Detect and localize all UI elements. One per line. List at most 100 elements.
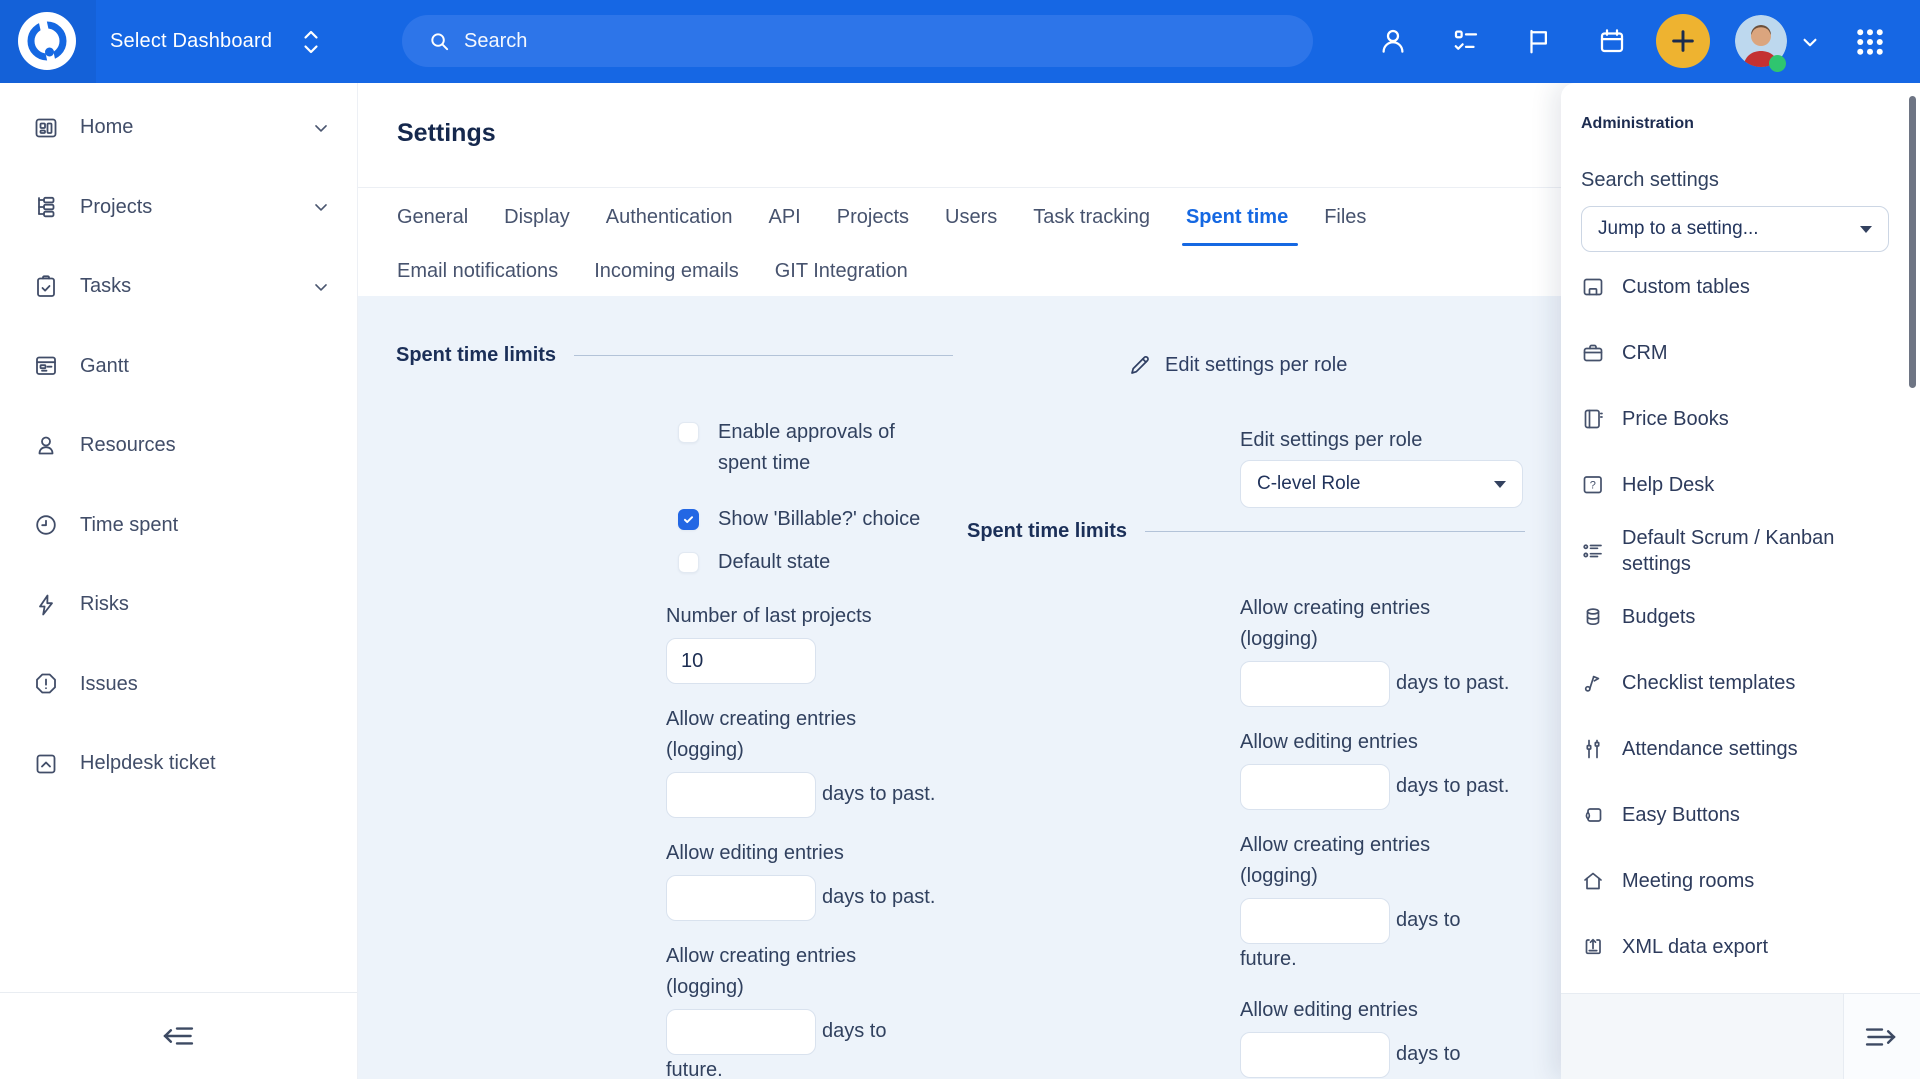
role-fields-column: Allow creating entries (logging) days to… bbox=[1240, 593, 1516, 1079]
admin-menu-item[interactable]: ? Help Desk bbox=[1561, 452, 1920, 518]
tab[interactable]: Incoming emails bbox=[594, 246, 739, 296]
role-settings-block: Edit settings per role C-level Role bbox=[1240, 425, 1523, 508]
checkbox-row[interactable]: Enable approvals of spent time bbox=[678, 417, 940, 479]
role-select[interactable]: C-level Role bbox=[1240, 460, 1523, 508]
price-books-icon bbox=[1581, 407, 1605, 431]
expand-panel-icon[interactable] bbox=[1843, 994, 1920, 1079]
form-field: Allow creating entries (logging) days to… bbox=[666, 941, 942, 1079]
number-input[interactable] bbox=[666, 772, 816, 818]
tab[interactable]: Spent time bbox=[1186, 188, 1288, 246]
number-input[interactable] bbox=[1240, 1032, 1390, 1078]
page-title: Settings bbox=[397, 119, 496, 148]
number-input[interactable] bbox=[666, 638, 816, 684]
sidebar-item[interactable]: Time spent bbox=[0, 486, 357, 566]
collapse-sidebar-icon[interactable] bbox=[158, 1021, 196, 1051]
checkbox-row[interactable]: Show 'Billable?' choice bbox=[678, 504, 920, 535]
risks-icon bbox=[33, 592, 59, 618]
apps-grid-icon[interactable] bbox=[1849, 21, 1891, 63]
tab[interactable]: Files bbox=[1324, 188, 1366, 246]
form-field: Allow editing entries days to past. bbox=[666, 838, 942, 921]
administration-panel: Administration Search settings Jump to a… bbox=[1561, 83, 1920, 1079]
home-icon bbox=[33, 115, 59, 141]
sidebar-item[interactable]: Issues bbox=[0, 645, 357, 725]
profile-icon[interactable] bbox=[1371, 19, 1415, 63]
spent-time-settings-content: Spent time limits Edit settings per role… bbox=[358, 296, 1562, 1079]
scrollbar-thumb[interactable] bbox=[1909, 96, 1916, 388]
section-header: Spent time limits bbox=[967, 520, 1525, 543]
dashboard-selector[interactable]: Select Dashboard bbox=[110, 0, 322, 83]
help-desk-icon: ? bbox=[1581, 473, 1605, 497]
svg-text:?: ? bbox=[1590, 480, 1596, 492]
chevron-down-icon bbox=[1860, 226, 1872, 233]
chevron-down-icon bbox=[311, 118, 331, 138]
unfold-icon bbox=[300, 28, 322, 56]
tab[interactable]: GIT Integration bbox=[775, 246, 908, 296]
number-input[interactable] bbox=[1240, 764, 1390, 810]
profile-menu-chevron-icon[interactable] bbox=[1797, 29, 1823, 55]
checkbox[interactable] bbox=[678, 552, 699, 573]
number-input[interactable] bbox=[1240, 898, 1390, 944]
search-settings-label: Search settings bbox=[1581, 169, 1719, 192]
tab[interactable]: Projects bbox=[837, 188, 909, 246]
edit-settings-per-role-link[interactable]: Edit settings per role bbox=[1128, 353, 1347, 377]
tab[interactable]: Authentication bbox=[606, 188, 733, 246]
checklist-templates-icon bbox=[1581, 671, 1605, 695]
form-field: Allow creating entries (logging) days to… bbox=[1240, 830, 1516, 975]
resources-icon bbox=[33, 433, 59, 459]
tab[interactable]: Task tracking bbox=[1033, 188, 1150, 246]
admin-menu-item[interactable]: Custom tables bbox=[1561, 254, 1920, 320]
number-input[interactable] bbox=[1240, 661, 1390, 707]
number-input[interactable] bbox=[666, 875, 816, 921]
xml-data-export-icon bbox=[1581, 935, 1605, 959]
budgets-icon bbox=[1581, 605, 1605, 629]
flag-icon[interactable] bbox=[1517, 19, 1561, 63]
admin-menu-item[interactable]: Meeting rooms bbox=[1561, 848, 1920, 914]
admin-menu-item[interactable]: Budgets bbox=[1561, 584, 1920, 650]
issues-icon bbox=[33, 671, 59, 697]
crm-icon bbox=[1581, 341, 1605, 365]
tab[interactable]: General bbox=[397, 188, 468, 246]
search-input[interactable]: Search bbox=[402, 15, 1313, 67]
admin-menu-item[interactable]: CRM bbox=[1561, 320, 1920, 386]
scrum-kanban-icon bbox=[1581, 539, 1605, 563]
sidebar-item[interactable]: Resources bbox=[0, 406, 357, 486]
tab[interactable]: Display bbox=[504, 188, 570, 246]
sidebar-item[interactable]: Projects bbox=[0, 168, 357, 248]
dashboard-selector-label: Select Dashboard bbox=[110, 30, 272, 53]
calendar-icon[interactable] bbox=[1590, 19, 1634, 63]
number-input[interactable] bbox=[666, 1009, 816, 1055]
form-field: Number of last projects bbox=[666, 601, 942, 684]
easy-buttons-icon bbox=[1581, 803, 1605, 827]
sidebar-item[interactable]: Helpdesk ticket bbox=[0, 724, 357, 804]
checkbox[interactable] bbox=[678, 509, 699, 530]
tab[interactable]: Users bbox=[945, 188, 997, 246]
todo-list-icon[interactable] bbox=[1444, 19, 1488, 63]
tab[interactable]: Email notifications bbox=[397, 246, 558, 296]
main-header: Settings bbox=[358, 83, 1562, 188]
checkbox-row[interactable]: Default state bbox=[678, 547, 830, 578]
admin-menu-item[interactable]: Checklist templates bbox=[1561, 650, 1920, 716]
projects-icon bbox=[33, 194, 59, 220]
admin-panel-footer bbox=[1561, 993, 1920, 1079]
admin-menu-item[interactable]: Price Books bbox=[1561, 386, 1920, 452]
sidebar-item[interactable]: Gantt bbox=[0, 327, 357, 407]
sidebar-item[interactable]: Tasks bbox=[0, 247, 357, 327]
jump-to-setting-select[interactable]: Jump to a setting... bbox=[1581, 206, 1889, 252]
admin-menu-item[interactable]: Default Scrum / Kanban settings bbox=[1561, 518, 1920, 584]
online-status-dot bbox=[1769, 55, 1786, 72]
search-icon bbox=[428, 30, 451, 53]
sidebar-item[interactable]: Home bbox=[0, 88, 357, 168]
pencil-icon bbox=[1128, 353, 1152, 377]
app-logo-icon[interactable] bbox=[16, 10, 78, 72]
admin-menu-item[interactable]: Easy Buttons bbox=[1561, 782, 1920, 848]
admin-menu-item[interactable]: XML data export bbox=[1561, 914, 1920, 980]
sidebar-footer bbox=[0, 992, 357, 1079]
sidebar-item[interactable]: Risks bbox=[0, 565, 357, 645]
checkbox[interactable] bbox=[678, 422, 699, 443]
meeting-rooms-icon bbox=[1581, 869, 1605, 893]
admin-menu-item[interactable]: Attendance settings bbox=[1561, 716, 1920, 782]
chevron-down-icon bbox=[311, 277, 331, 297]
tab[interactable]: API bbox=[769, 188, 801, 246]
topbar: Select Dashboard Search bbox=[0, 0, 1920, 83]
add-new-button[interactable] bbox=[1656, 14, 1710, 68]
